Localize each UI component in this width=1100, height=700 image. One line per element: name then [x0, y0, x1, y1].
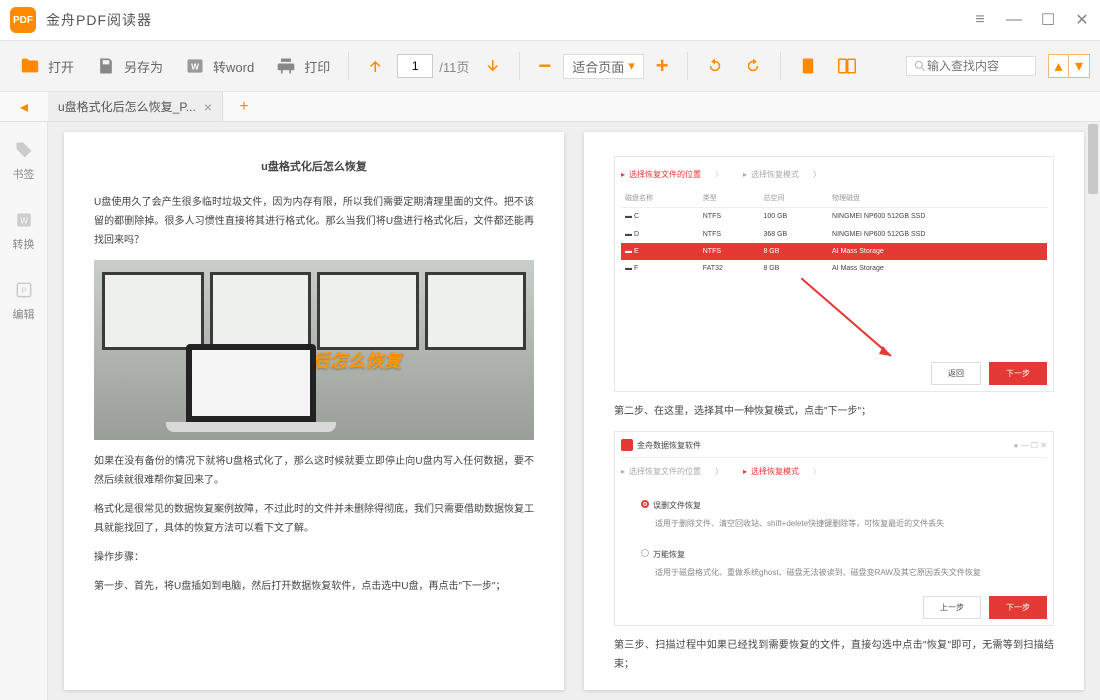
save-as-button[interactable]: 另存为 [86, 50, 171, 82]
chevron-down-icon: ▾ [628, 58, 635, 74]
sidebar-edit[interactable]: P 编辑 [13, 280, 35, 322]
search-next-button[interactable]: ▾ [1069, 55, 1089, 77]
zoom-label: 适合页面 [572, 57, 624, 76]
print-button[interactable]: 打印 [266, 50, 338, 82]
prev-page-button[interactable] [359, 53, 393, 79]
word-icon: W [183, 54, 207, 78]
tab-bar: ◂ u盘格式化后怎么恢复_P... × + [0, 92, 1100, 122]
zoom-in-button[interactable]: + [648, 49, 677, 83]
page-number-input[interactable] [397, 54, 433, 78]
app-logo: PDF [10, 7, 36, 33]
scroll-thumb[interactable] [1088, 124, 1098, 194]
search-input[interactable] [927, 59, 1027, 73]
zoom-out-button[interactable]: − [530, 49, 559, 83]
collapse-sidebar-button[interactable]: ◂ [0, 92, 48, 121]
search-icon [913, 59, 927, 73]
doc-title: u盘格式化后怎么恢复 [94, 157, 534, 178]
sidebar: 书签 W 转换 P 编辑 [0, 122, 48, 700]
vertical-scrollbar[interactable] [1086, 122, 1100, 700]
print-label: 打印 [304, 57, 330, 76]
print-icon [274, 54, 298, 78]
search-prev-button[interactable]: ▴ [1049, 55, 1069, 77]
to-word-label: 转word [213, 57, 254, 76]
close-button[interactable]: ✕ [1074, 12, 1090, 28]
svg-text:W: W [20, 215, 28, 225]
save-icon [94, 54, 118, 78]
main-toolbar: 打开 另存为 W 转word 打印 /11页 − 适合页面 ▾ + ▴ ▾ [0, 40, 1100, 92]
search-box[interactable] [906, 56, 1036, 76]
svg-text:P: P [21, 285, 27, 295]
svg-text:W: W [191, 61, 199, 71]
save-as-label: 另存为 [124, 57, 163, 76]
edit-icon: P [14, 280, 34, 300]
hero-image: U盘格式化后怎么恢复 [94, 260, 534, 440]
tab-label: u盘格式化后怎么恢复_P... [58, 98, 196, 115]
open-label: 打开 [48, 57, 74, 76]
to-word-button[interactable]: W 转word [175, 50, 262, 82]
maximize-button[interactable]: ☐ [1040, 12, 1056, 28]
sidebar-bookmark[interactable]: 书签 [13, 140, 35, 182]
app-title: 金舟PDF阅读器 [46, 10, 152, 30]
rotate-ccw-button[interactable] [698, 53, 732, 79]
tag-icon [14, 140, 34, 160]
document-viewport[interactable]: u盘格式化后怎么恢复 U盘使用久了会产生很多临时垃圾文件，因为内存有限，所以我们… [48, 122, 1100, 700]
page-total-label: /11页 [439, 57, 469, 76]
embedded-screenshot-1: ▸选择恢复文件的位置〉 ▸选择恢复模式〉 磁盘名称类型总空间物理磁盘▬ CNTF… [614, 156, 1054, 392]
main-area: 书签 W 转换 P 编辑 u盘格式化后怎么恢复 U盘使用久了会产生很多临时垃圾文… [0, 122, 1100, 700]
convert-icon: W [14, 210, 34, 230]
rotate-cw-button[interactable] [736, 53, 770, 79]
page-2: ▸选择恢复文件的位置〉 ▸选择恢复模式〉 磁盘名称类型总空间物理磁盘▬ CNTF… [584, 132, 1084, 690]
double-page-view-button[interactable] [829, 53, 865, 79]
folder-icon [18, 54, 42, 78]
embedded-screenshot-2: 金舟数据恢复软件● — ☐ ✕ ▸选择恢复文件的位置〉 ▸选择恢复模式〉 误删文… [614, 431, 1054, 626]
tab-close-button[interactable]: × [204, 99, 212, 115]
hamburger-icon[interactable]: ≡ [972, 12, 988, 28]
sidebar-convert[interactable]: W 转换 [13, 210, 35, 252]
zoom-select[interactable]: 适合页面 ▾ [563, 54, 644, 79]
search-nav: ▴ ▾ [1048, 54, 1090, 78]
open-button[interactable]: 打开 [10, 50, 82, 82]
next-page-button[interactable] [475, 53, 509, 79]
page-1: u盘格式化后怎么恢复 U盘使用久了会产生很多临时垃圾文件，因为内存有限，所以我们… [64, 132, 564, 690]
single-page-view-button[interactable] [791, 53, 825, 79]
new-tab-button[interactable]: + [229, 98, 259, 116]
title-bar: PDF 金舟PDF阅读器 ≡ — ☐ ✕ [0, 0, 1100, 40]
minimize-button[interactable]: — [1006, 12, 1022, 28]
document-tab[interactable]: u盘格式化后怎么恢复_P... × [48, 92, 223, 121]
